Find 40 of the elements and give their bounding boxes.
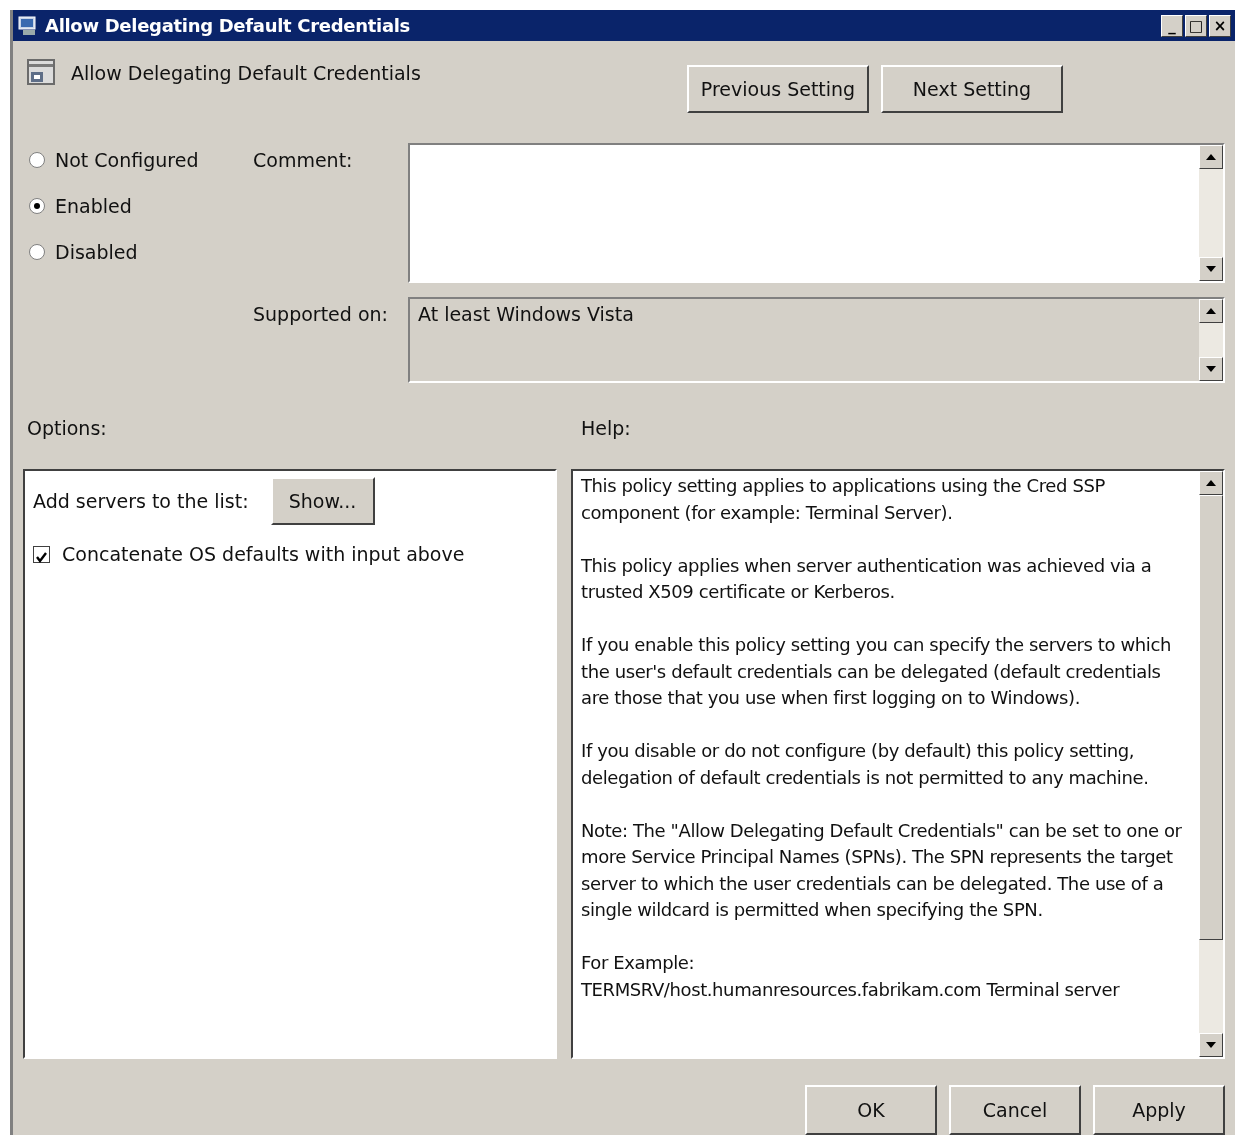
ok-button[interactable]: OK xyxy=(805,1085,937,1135)
scrollbar[interactable] xyxy=(1199,145,1223,281)
radio-label: Not Configured xyxy=(55,149,199,171)
radio-option[interactable]: Not Configured xyxy=(29,149,248,171)
cancel-button[interactable]: Cancel xyxy=(949,1085,1081,1135)
maximize-button[interactable]: □ xyxy=(1185,14,1207,37)
apply-button[interactable]: Apply xyxy=(1093,1085,1225,1135)
comment-label: Comment: xyxy=(253,148,354,173)
radio-label: Disabled xyxy=(55,241,138,263)
radio-button[interactable] xyxy=(29,152,45,168)
help-paragraph: This policy setting applies to applications using the Cred SSP component (for example: Terminal Server). xyxy=(581,474,1106,525)
policy-name: Allow Delegating Default Credentials xyxy=(71,62,421,84)
help-paragraph: Note: The "Allow Delegating Default Credentials" can be set to one or more Service Principal Names (SPNs). The SPN represents the target server to which the user credentials can be delegated. The use of a single wildcard is permitted when specifying the SPN. xyxy=(581,818,1183,922)
radio-option[interactable]: Enabled xyxy=(29,195,248,217)
list-label: Add servers to the list: xyxy=(33,490,249,512)
help-paragraph: If you enable this policy setting you can specify the servers to which the user's default credentials can be delegated (default credentials are those that you use when first logging on to Windows). xyxy=(581,633,1172,710)
help-paragraph: If you disable or do not configure (by default) this policy setting, delegation of default credentials is not permitted to any machine. xyxy=(581,739,1150,790)
help-label: Help: xyxy=(580,417,632,441)
help-paragraph: This policy applies when server authentication was achieved via a trusted X509 certificate or Kerberos. xyxy=(581,553,1153,604)
radio-button[interactable] xyxy=(29,198,45,214)
help-paragraph: For Example: TERMSRV/host.humanresources.fabrikam.com Terminal server xyxy=(581,951,1121,1002)
policy-setting-icon xyxy=(27,59,57,87)
supported-on-field: At least Windows Vista xyxy=(408,297,1225,383)
window-title: Allow Delegating Default Credentials xyxy=(45,15,412,36)
radio-button[interactable] xyxy=(29,244,45,260)
radio-label: Enabled xyxy=(55,195,132,217)
computer-icon xyxy=(17,14,39,37)
options-label: Options: xyxy=(26,417,108,441)
next-setting-button[interactable]: Next Setting xyxy=(881,65,1063,113)
previous-setting-button[interactable]: Previous Setting xyxy=(687,65,869,113)
minimize-button[interactable]: _ xyxy=(1161,14,1183,37)
radio-option[interactable]: Disabled xyxy=(29,241,248,263)
scrollbar[interactable] xyxy=(1199,299,1223,381)
scrollbar[interactable] xyxy=(1199,471,1223,1057)
close-button[interactable]: × xyxy=(1209,14,1231,37)
checkbox[interactable] xyxy=(33,545,50,563)
show-button[interactable]: Show... xyxy=(270,477,375,525)
supported-on-label: Supported on: xyxy=(253,302,389,327)
scroll-thumb[interactable] xyxy=(1199,495,1223,940)
comment-field[interactable] xyxy=(408,143,1225,283)
